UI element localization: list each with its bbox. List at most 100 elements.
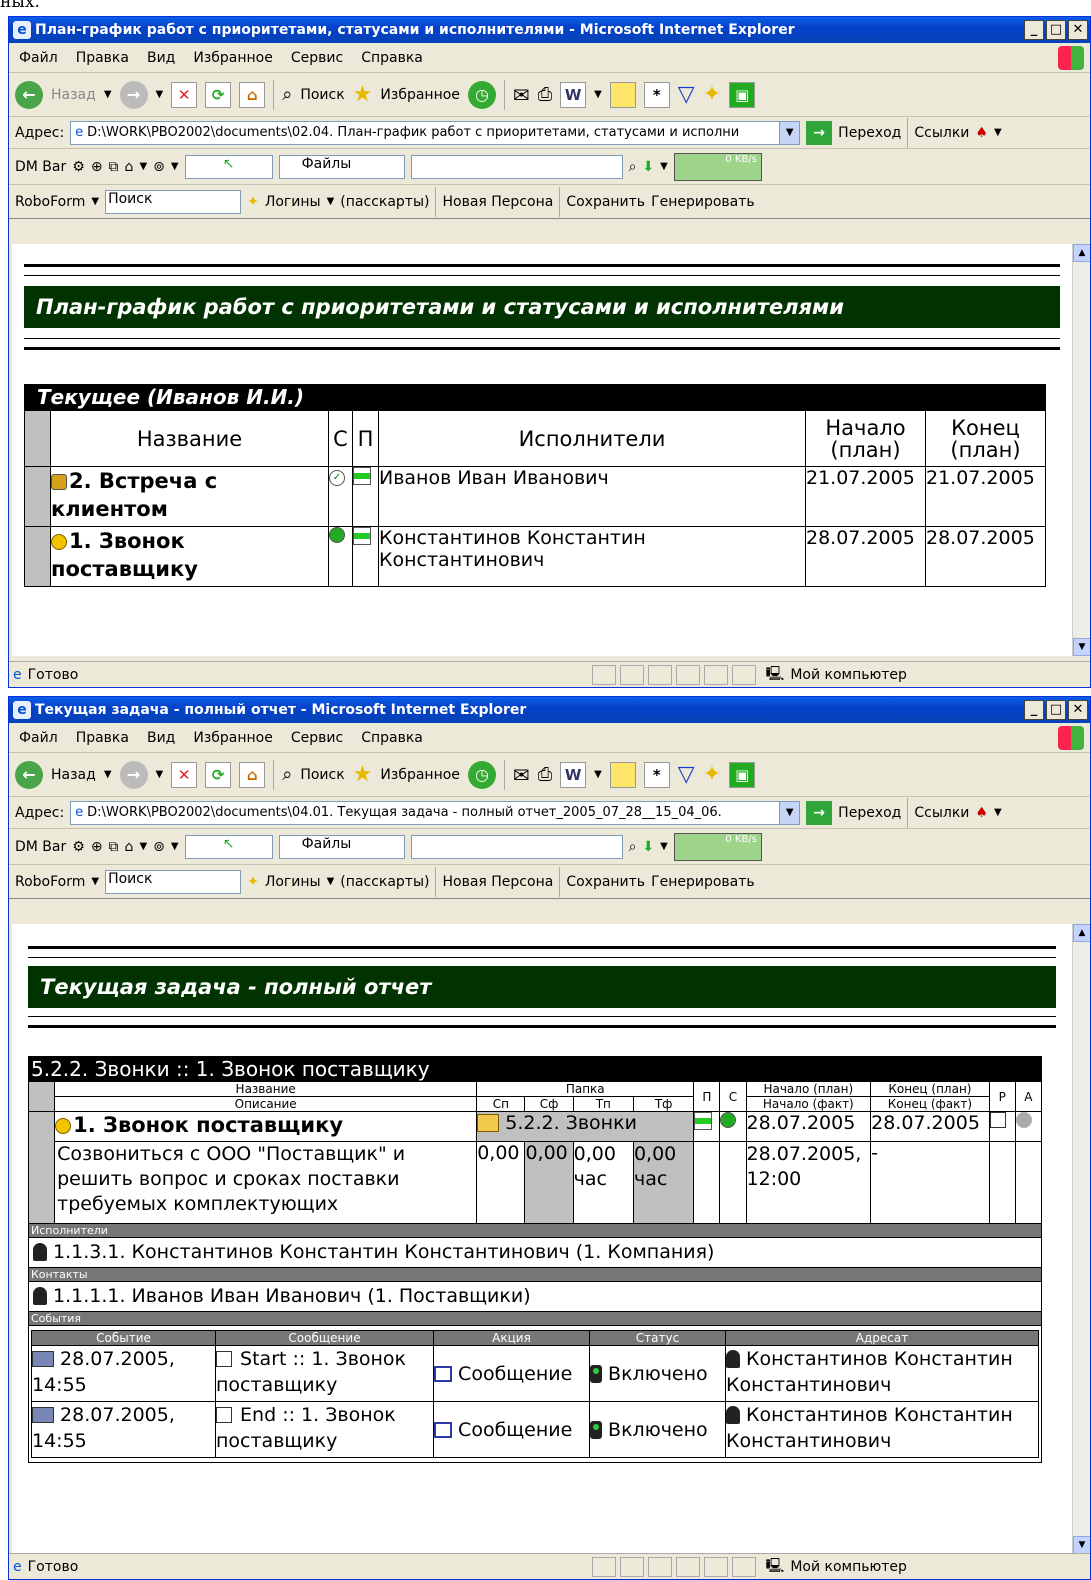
dm-icon-2[interactable]: ⊕ (91, 159, 103, 175)
menu-favorites[interactable]: Избранное (193, 50, 273, 66)
dm-cursor-box[interactable]: ↖ (184, 154, 273, 179)
menu-tools[interactable]: Сервис (291, 730, 343, 746)
messenger-icon[interactable]: * (643, 761, 670, 788)
new-person-button[interactable]: Новая Персона (442, 874, 553, 890)
files-select[interactable]: Файлы (278, 154, 405, 179)
menu-help[interactable]: Справка (361, 50, 423, 66)
triangle-icon[interactable]: ▽ (678, 762, 695, 787)
acrobat-icon[interactable]: ♠ (975, 125, 988, 141)
links-button[interactable]: Ссылки (914, 125, 969, 141)
refresh-icon[interactable]: ⟳ (205, 81, 232, 108)
dm-search-icon[interactable]: ⌕ (629, 839, 637, 855)
favorites-star-icon[interactable]: ★ (353, 82, 373, 107)
menu-edit[interactable]: Правка (76, 50, 129, 66)
dm-icon-5[interactable]: ⊚ (153, 159, 165, 175)
dm-icon-3[interactable]: ⧉ (109, 159, 119, 175)
table-row[interactable]: 2. Встреча с клиентом ✓ Иванов Иван Иван… (24, 466, 1046, 527)
menu-tools[interactable]: Сервис (291, 50, 343, 66)
mail-icon[interactable]: ✉ (513, 763, 530, 787)
roboform-button[interactable]: RoboForm (15, 874, 85, 890)
favorites-button[interactable]: Избранное (380, 87, 460, 103)
forward-arrow-icon[interactable]: → (119, 760, 148, 789)
close-button[interactable]: ✕ (1068, 20, 1088, 40)
messenger-icon[interactable]: * (643, 81, 670, 108)
contact-text[interactable]: 1.1.1.1. Иванов Иван Иванович (1. Постав… (53, 1285, 531, 1307)
logins-star-icon[interactable]: ✦ (703, 762, 721, 787)
dm-url-input[interactable] (410, 154, 623, 179)
note-icon[interactable] (609, 81, 636, 108)
go-button[interactable]: Переход (838, 125, 901, 141)
stop-icon[interactable]: ✕ (171, 761, 198, 788)
event-row[interactable]: 28.07.2005, 14:55 Start :: 1. Звонок пос… (31, 1345, 1039, 1402)
dm-icon-5[interactable]: ⊚ (153, 839, 165, 855)
go-arrow-icon[interactable]: → (806, 800, 833, 825)
scroll-up-icon[interactable]: ▲ (1073, 924, 1090, 942)
logins-button[interactable]: Логины (265, 874, 321, 890)
address-dropdown-icon[interactable]: ▼ (779, 801, 800, 824)
save-button[interactable]: Сохранить (566, 194, 645, 210)
home-icon[interactable]: ⌂ (239, 81, 266, 108)
menu-help[interactable]: Справка (361, 730, 423, 746)
home-icon[interactable]: ⌂ (239, 761, 266, 788)
roboform-search-input[interactable]: Поиск (105, 189, 242, 214)
maximize-button[interactable]: □ (1046, 700, 1066, 720)
scroll-up-icon[interactable]: ▲ (1073, 244, 1090, 262)
menu-view[interactable]: Вид (147, 730, 175, 746)
task-row[interactable]: 1. Звонок поставщику 5.2.2. Звонки 28.07… (27, 1111, 1043, 1224)
download-icon[interactable]: ⬇ (642, 839, 654, 855)
address-input[interactable]: e D:\WORK\PBO2002\documents\04.01. Текущ… (70, 800, 801, 825)
dm-icon-3[interactable]: ⧉ (109, 839, 119, 855)
table-row[interactable]: 1. Звонок поставщику Константинов Конста… (24, 526, 1046, 587)
title-bar[interactable]: e План-график работ с приоритетами, стат… (9, 17, 1090, 43)
menu-view[interactable]: Вид (147, 50, 175, 66)
triangle-icon[interactable]: ▽ (678, 82, 695, 107)
menu-file[interactable]: Файл (19, 50, 58, 66)
roboform-button[interactable]: RoboForm (15, 194, 85, 210)
task-name[interactable]: 2. Встреча с клиентом (51, 469, 217, 521)
scroll-down-icon[interactable]: ▼ (1073, 638, 1090, 656)
logins-button[interactable]: Логины (265, 194, 321, 210)
search-button[interactable]: Поиск (300, 87, 344, 103)
dm-icon-4[interactable]: ⌂ (125, 839, 134, 855)
back-button[interactable]: Назад (51, 87, 96, 103)
save-button[interactable]: Сохранить (566, 874, 645, 890)
roboform-icon[interactable]: ▣ (729, 761, 756, 788)
event-row[interactable]: 28.07.2005, 14:55 End :: 1. Звонок поста… (31, 1401, 1039, 1458)
logins-star-icon[interactable]: ✦ (703, 82, 721, 107)
task-name[interactable]: 1. Звонок поставщику (51, 529, 198, 581)
menu-edit[interactable]: Правка (76, 730, 129, 746)
archive-icon[interactable] (1015, 1112, 1032, 1128)
dm-url-input[interactable] (410, 834, 623, 859)
roboform-icon[interactable]: ▣ (729, 81, 756, 108)
menu-favorites[interactable]: Избранное (193, 730, 273, 746)
task-name[interactable]: 1. Звонок поставщику (73, 1113, 343, 1137)
scroll-down-icon[interactable]: ▼ (1073, 1536, 1090, 1554)
executor-text[interactable]: 1.1.3.1. Константинов Константин Констан… (53, 1241, 714, 1263)
back-arrow-icon[interactable]: ← (15, 760, 43, 789)
dm-icon-1[interactable]: ⚙ (72, 159, 85, 175)
search-icon[interactable]: ⌕ (282, 84, 292, 105)
note-icon[interactable] (609, 761, 636, 788)
passcards-button[interactable]: (пасскарты) (340, 194, 429, 210)
dm-cursor-box[interactable]: ↖ (184, 834, 273, 859)
address-input[interactable]: e D:\WORK\PBO2002\documents\02.04. План-… (70, 120, 801, 145)
history-icon[interactable]: ◷ (467, 80, 496, 109)
acrobat-icon[interactable]: ♠ (975, 805, 988, 821)
favorites-button[interactable]: Избранное (380, 767, 460, 783)
back-button[interactable]: Назад (51, 767, 96, 783)
mail-icon[interactable]: ✉ (513, 83, 530, 107)
go-arrow-icon[interactable]: → (806, 120, 833, 145)
history-icon[interactable]: ◷ (467, 760, 496, 789)
generate-button[interactable]: Генерировать (651, 874, 755, 890)
vertical-scrollbar[interactable]: ▲ ▼ (1072, 244, 1090, 656)
forward-arrow-icon[interactable]: → (119, 80, 148, 109)
edit-word-icon[interactable]: W (560, 761, 587, 788)
go-button[interactable]: Переход (838, 805, 901, 821)
search-button[interactable]: Поиск (300, 767, 344, 783)
menu-file[interactable]: Файл (19, 730, 58, 746)
download-icon[interactable]: ⬇ (642, 159, 654, 175)
dm-search-icon[interactable]: ⌕ (629, 159, 637, 175)
print-icon[interactable]: ⎙ (538, 764, 552, 785)
address-dropdown-icon[interactable]: ▼ (779, 121, 800, 144)
edit-word-icon[interactable]: W (560, 81, 587, 108)
